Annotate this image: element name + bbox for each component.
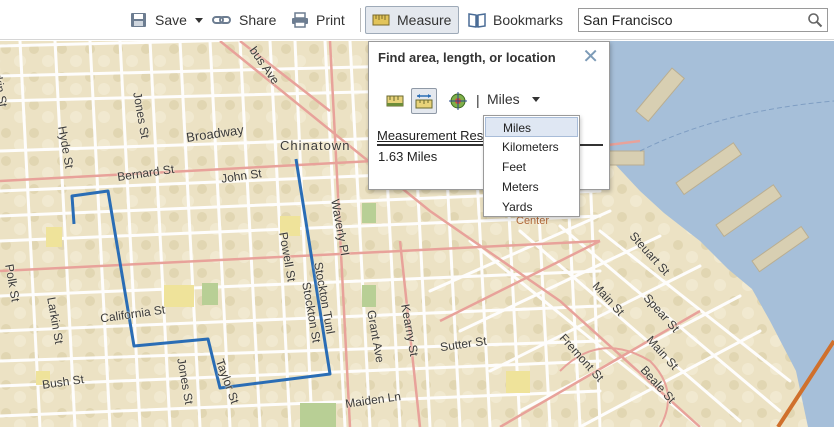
neighborhood-label: Chinatown <box>280 138 351 153</box>
toolbar-divider <box>360 8 361 32</box>
search-box <box>578 8 828 32</box>
unit-select-value: Miles <box>487 91 520 107</box>
unit-dropdown-menu: Miles Kilometers Feet Meters Yards <box>483 115 580 217</box>
unit-option-feet[interactable]: Feet <box>485 157 578 177</box>
chevron-down-icon <box>531 96 540 102</box>
tool-separator: | <box>476 92 480 108</box>
top-toolbar: Save Share Print Measure Bookmarks <box>0 0 834 40</box>
measure-button[interactable]: Measure <box>365 6 459 34</box>
area-tool-icon[interactable] <box>382 88 408 114</box>
bookmarks-button[interactable]: Bookmarks <box>462 6 569 34</box>
measure-panel-title: Find area, length, or location <box>378 50 556 65</box>
distance-tool-icon[interactable] <box>411 88 437 114</box>
chevron-down-icon <box>194 17 203 23</box>
unit-option-miles[interactable]: Miles <box>485 117 578 137</box>
search-icon[interactable] <box>807 12 823 28</box>
share-button[interactable]: Share <box>206 6 282 34</box>
save-label: Save <box>155 12 187 28</box>
bookmarks-label: Bookmarks <box>493 12 564 28</box>
link-icon <box>212 12 232 28</box>
share-label: Share <box>239 12 277 28</box>
unit-option-yards[interactable]: Yards <box>485 197 578 217</box>
unit-select[interactable]: Miles <box>487 91 540 107</box>
ruler-icon <box>372 12 390 28</box>
search-input[interactable] <box>579 12 799 28</box>
print-button[interactable]: Print <box>285 6 351 34</box>
measurement-result-value: 1.63 Miles <box>378 149 438 164</box>
location-tool-icon[interactable] <box>445 88 471 114</box>
save-button[interactable]: Save <box>124 6 209 34</box>
close-icon[interactable]: ✕ <box>582 44 599 69</box>
save-icon <box>130 12 148 28</box>
unit-option-kilometers[interactable]: Kilometers <box>485 137 578 157</box>
printer-icon <box>291 12 309 28</box>
measure-label: Measure <box>397 12 452 28</box>
print-label: Print <box>316 12 345 28</box>
unit-option-meters[interactable]: Meters <box>485 177 578 197</box>
book-icon <box>468 12 486 28</box>
